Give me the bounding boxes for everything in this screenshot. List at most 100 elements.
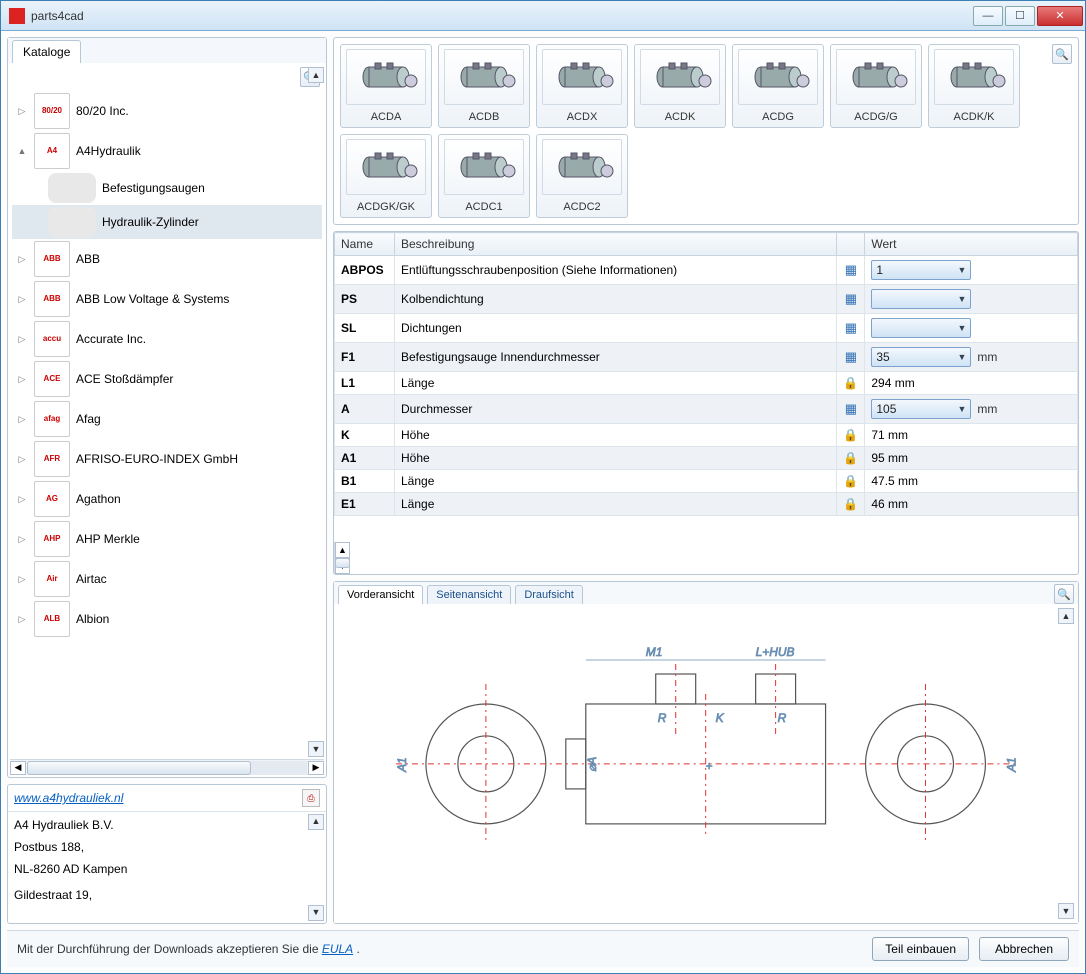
hscroll-track[interactable] [27,761,307,775]
expander-icon[interactable]: ▷ [16,534,28,545]
preview-scroll-up[interactable]: ▲ [1058,608,1074,624]
close-button[interactable]: ✕ [1037,6,1083,26]
param-dropdown[interactable]: 105▼ [871,399,971,419]
sidebar-item[interactable]: ▷AHPAHP Merkle [12,519,322,559]
col-value[interactable]: Wert [865,233,1078,256]
vscroll-up[interactable]: ▲ [335,542,350,558]
col-name[interactable]: Name [335,233,395,256]
param-name: K [335,424,395,447]
expander-icon[interactable]: ▷ [16,574,28,585]
sidebar-item[interactable]: ▷ABBABB [12,239,322,279]
sidebar-item[interactable]: ▷ACEACE Stoßdämpfer [12,359,322,399]
tab-seitenansicht[interactable]: Seitenansicht [427,585,511,604]
vscroll-thumb[interactable] [335,558,350,568]
param-value: 95 mm [871,451,908,465]
param-dropdown[interactable]: ▼ [871,318,971,338]
sidebar-subitem[interactable]: Hydraulik-Zylinder [12,205,322,239]
tab-vorderansicht[interactable]: Vorderansicht [338,585,423,604]
minimize-button[interactable]: — [973,6,1003,26]
sidebar-item[interactable]: ▷afagAfag [12,399,322,439]
param-icon-cell: ▦ [837,395,865,424]
grid-icon[interactable]: ▦ [845,291,857,306]
vendor-link[interactable]: www.a4hydrauliek.nl [14,791,123,805]
sidebar-item[interactable]: ▷AirAirtac [12,559,322,599]
thumbs-panel: 🔍 ACDAACDBACDXACDKACDG ACDG/G ACDK/K ACDGK/… [333,37,1079,225]
grid-icon[interactable]: ▦ [845,320,857,335]
sidebar-item[interactable]: ▷accuAccurate Inc. [12,319,322,359]
param-value-cell: 71 mm [865,424,1078,447]
part-thumb[interactable]: ACDC2 [536,134,628,218]
thumb-image [934,49,1014,105]
expander-icon[interactable]: ▷ [16,106,28,117]
part-thumb[interactable]: ACDG/G [830,44,922,128]
pdf-icon[interactable]: ⎙ [302,789,320,807]
param-value-cell: 294 mm [865,372,1078,395]
param-value-cell: 95 mm [865,447,1078,470]
sidebar-item[interactable]: ▷80/2080/20 Inc. [12,91,322,131]
info-panel: www.a4hydrauliek.nl ⎙ A4 Hydrauliek B.V.… [7,784,327,924]
catalog-tree[interactable]: ▷80/2080/20 Inc.▲A4A4HydraulikBefestigun… [12,91,322,751]
preview-search-button[interactable]: 🔍 [1054,584,1074,604]
expander-icon[interactable]: ▷ [16,494,28,505]
tree-scroll-down[interactable]: ▼ [308,741,324,757]
sidebar-item-label: AFRISO-EURO-INDEX GmbH [76,452,238,466]
hscroll-thumb[interactable] [27,761,251,775]
part-thumb[interactable]: ACDG [732,44,824,128]
app-icon [9,8,25,24]
param-dropdown[interactable]: 35▼ [871,347,971,367]
param-unit: mm [977,402,997,416]
expander-icon[interactable]: ▷ [16,614,28,625]
info-scroll-down[interactable]: ▼ [308,905,324,921]
part-thumb[interactable]: ACDA [340,44,432,128]
sidebar-item[interactable]: ▷ABBABB Low Voltage & Systems [12,279,322,319]
expander-icon[interactable]: ▲ [16,146,28,156]
param-dropdown[interactable]: ▼ [871,289,971,309]
grid-icon[interactable]: ▦ [845,262,857,277]
part-thumb[interactable]: ACDGK/GK [340,134,432,218]
sidebar-item[interactable]: ▷AGAgathon [12,479,322,519]
part-thumb[interactable]: ACDK/K [928,44,1020,128]
tab-draufsicht[interactable]: Draufsicht [515,585,583,604]
tree-scroll-up[interactable]: ▲ [308,67,324,83]
part-thumb[interactable]: ACDC1 [438,134,530,218]
params-vscroll[interactable]: ▲ ▼ [334,542,350,574]
col-desc[interactable]: Beschreibung [395,233,837,256]
maximize-button[interactable]: ☐ [1005,6,1035,26]
sidebar-item[interactable]: ▷ALBAlbion [12,599,322,639]
right-column: 🔍 ACDAACDBACDXACDKACDG ACDG/G ACDK/K ACDGK/… [333,37,1079,924]
grid-icon[interactable]: ▦ [845,349,857,364]
expander-icon[interactable]: ▷ [16,254,28,265]
vendor-logo: 80/20 [34,93,70,129]
part-thumb[interactable]: ACDB [438,44,530,128]
expander-icon[interactable]: ▷ [16,294,28,305]
expander-icon[interactable]: ▷ [16,334,28,345]
sidebar-item-label: Agathon [76,492,121,506]
param-dropdown[interactable]: 1▼ [871,260,971,280]
preview-scroll-down[interactable]: ▼ [1058,903,1074,919]
tree-hscroll[interactable]: ◀ ▶ [10,759,324,775]
part-thumb[interactable]: ACDX [536,44,628,128]
eula-link[interactable]: EULA [322,942,353,956]
hscroll-right[interactable]: ▶ [308,761,324,775]
expander-icon[interactable]: ▷ [16,374,28,385]
footer: Mit der Durchführung der Downloads akzep… [7,930,1079,967]
hscroll-left[interactable]: ◀ [10,761,26,775]
expander-icon[interactable]: ▷ [16,414,28,425]
thumbs-search-button[interactable]: 🔍 [1052,44,1072,64]
sidebar-subitem[interactable]: Befestigungsaugen [12,171,322,205]
thumb-label: ACDG/G [854,111,897,123]
grid-icon[interactable]: ▦ [845,401,857,416]
thumb-image [346,49,426,105]
param-value-cell: 35▼mm [865,343,1078,372]
vendor-logo: A4 [34,133,70,169]
sidebar-item[interactable]: ▲A4A4Hydraulik [12,131,322,171]
preview-tabs: Vorderansicht Seitenansicht Draufsicht 🔍 [334,582,1078,604]
svg-text:A1: A1 [395,757,409,773]
expander-icon[interactable]: ▷ [16,454,28,465]
build-button[interactable]: Teil einbauen [872,937,969,961]
cancel-button[interactable]: Abbrechen [979,937,1069,961]
sidebar-item[interactable]: ▷AFRAFRISO-EURO-INDEX GmbH [12,439,322,479]
part-thumb[interactable]: ACDK [634,44,726,128]
info-scroll-up[interactable]: ▲ [308,814,324,830]
tab-kataloge[interactable]: Kataloge [12,40,81,63]
